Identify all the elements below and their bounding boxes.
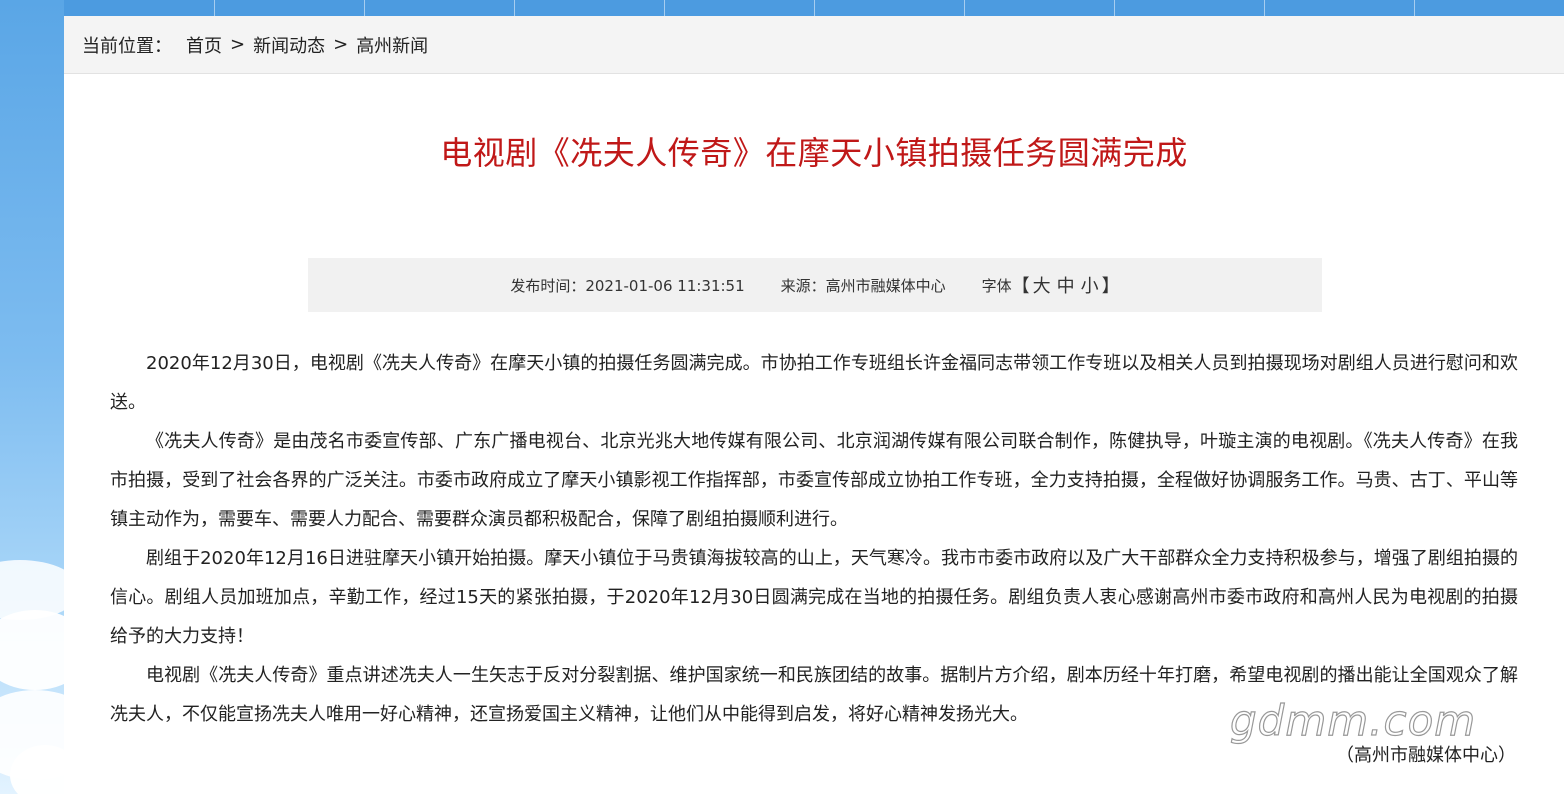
article-paragraph: 2020年12月30日，电视剧《冼夫人传奇》在摩天小镇的拍摄任务圆满完成。市协拍… — [110, 353, 1518, 413]
cloud-decoration — [0, 610, 64, 690]
font-size-control: 字体 【 大 中 小 】 — [982, 272, 1120, 298]
top-nav-segment — [514, 0, 665, 16]
article-source: 来源：高州市融媒体中心 — [780, 276, 946, 295]
font-size-small-button[interactable]: 小 — [1081, 272, 1099, 298]
article-paragraph: 《冼夫人传奇》是由茂名市委宣传部、广东广播电视台、北京光兆大地传媒有限公司、北京… — [110, 431, 1518, 530]
top-nav-segment — [964, 0, 1115, 16]
content-container: 当前位置： 首页 > 新闻动态 > 高州新闻 电视剧《冼夫人传奇》在摩天小镇拍摄… — [64, 16, 1564, 794]
breadcrumb-separator: > — [333, 34, 349, 55]
breadcrumb-link-gaozhou-news[interactable]: 高州新闻 — [356, 32, 428, 58]
top-nav-segment — [1114, 0, 1265, 16]
font-size-label: 字体 — [981, 276, 1012, 295]
background-sky — [0, 0, 64, 794]
top-nav-segment — [64, 0, 215, 16]
top-nav-strip — [64, 0, 1564, 16]
breadcrumb-separator: > — [230, 34, 246, 55]
font-size-large-button[interactable]: 大 — [1033, 272, 1051, 298]
article-paragraph: 剧组于2020年12月16日进驻摩天小镇开始拍摄。摩天小镇位于马贵镇海拔较高的山… — [110, 548, 1518, 647]
top-nav-segment — [214, 0, 365, 16]
bracket-open: 【 — [1011, 276, 1030, 297]
top-nav-segment — [664, 0, 815, 16]
breadcrumb-prefix: 当前位置： — [82, 35, 172, 57]
article-title: 电视剧《冼夫人传奇》在摩天小镇拍摄任务圆满完成 — [440, 134, 1188, 172]
breadcrumb-link-news[interactable]: 新闻动态 — [253, 32, 325, 58]
font-size-medium-button[interactable]: 中 — [1057, 272, 1075, 298]
breadcrumb: 当前位置： 首页 > 新闻动态 > 高州新闻 — [64, 16, 1564, 74]
top-nav-segment — [364, 0, 515, 16]
breadcrumb-link-home[interactable]: 首页 — [186, 32, 222, 58]
bracket-close: 】 — [1101, 276, 1120, 297]
top-nav-segment — [1264, 0, 1415, 16]
top-nav-segment — [814, 0, 965, 16]
article-meta: 发布时间：2021-01-06 11:31:51 来源：高州市融媒体中心 字体 … — [308, 258, 1322, 312]
publish-time: 发布时间：2021-01-06 11:31:51 — [510, 276, 745, 295]
site-watermark: gdmm.com — [1229, 695, 1477, 745]
